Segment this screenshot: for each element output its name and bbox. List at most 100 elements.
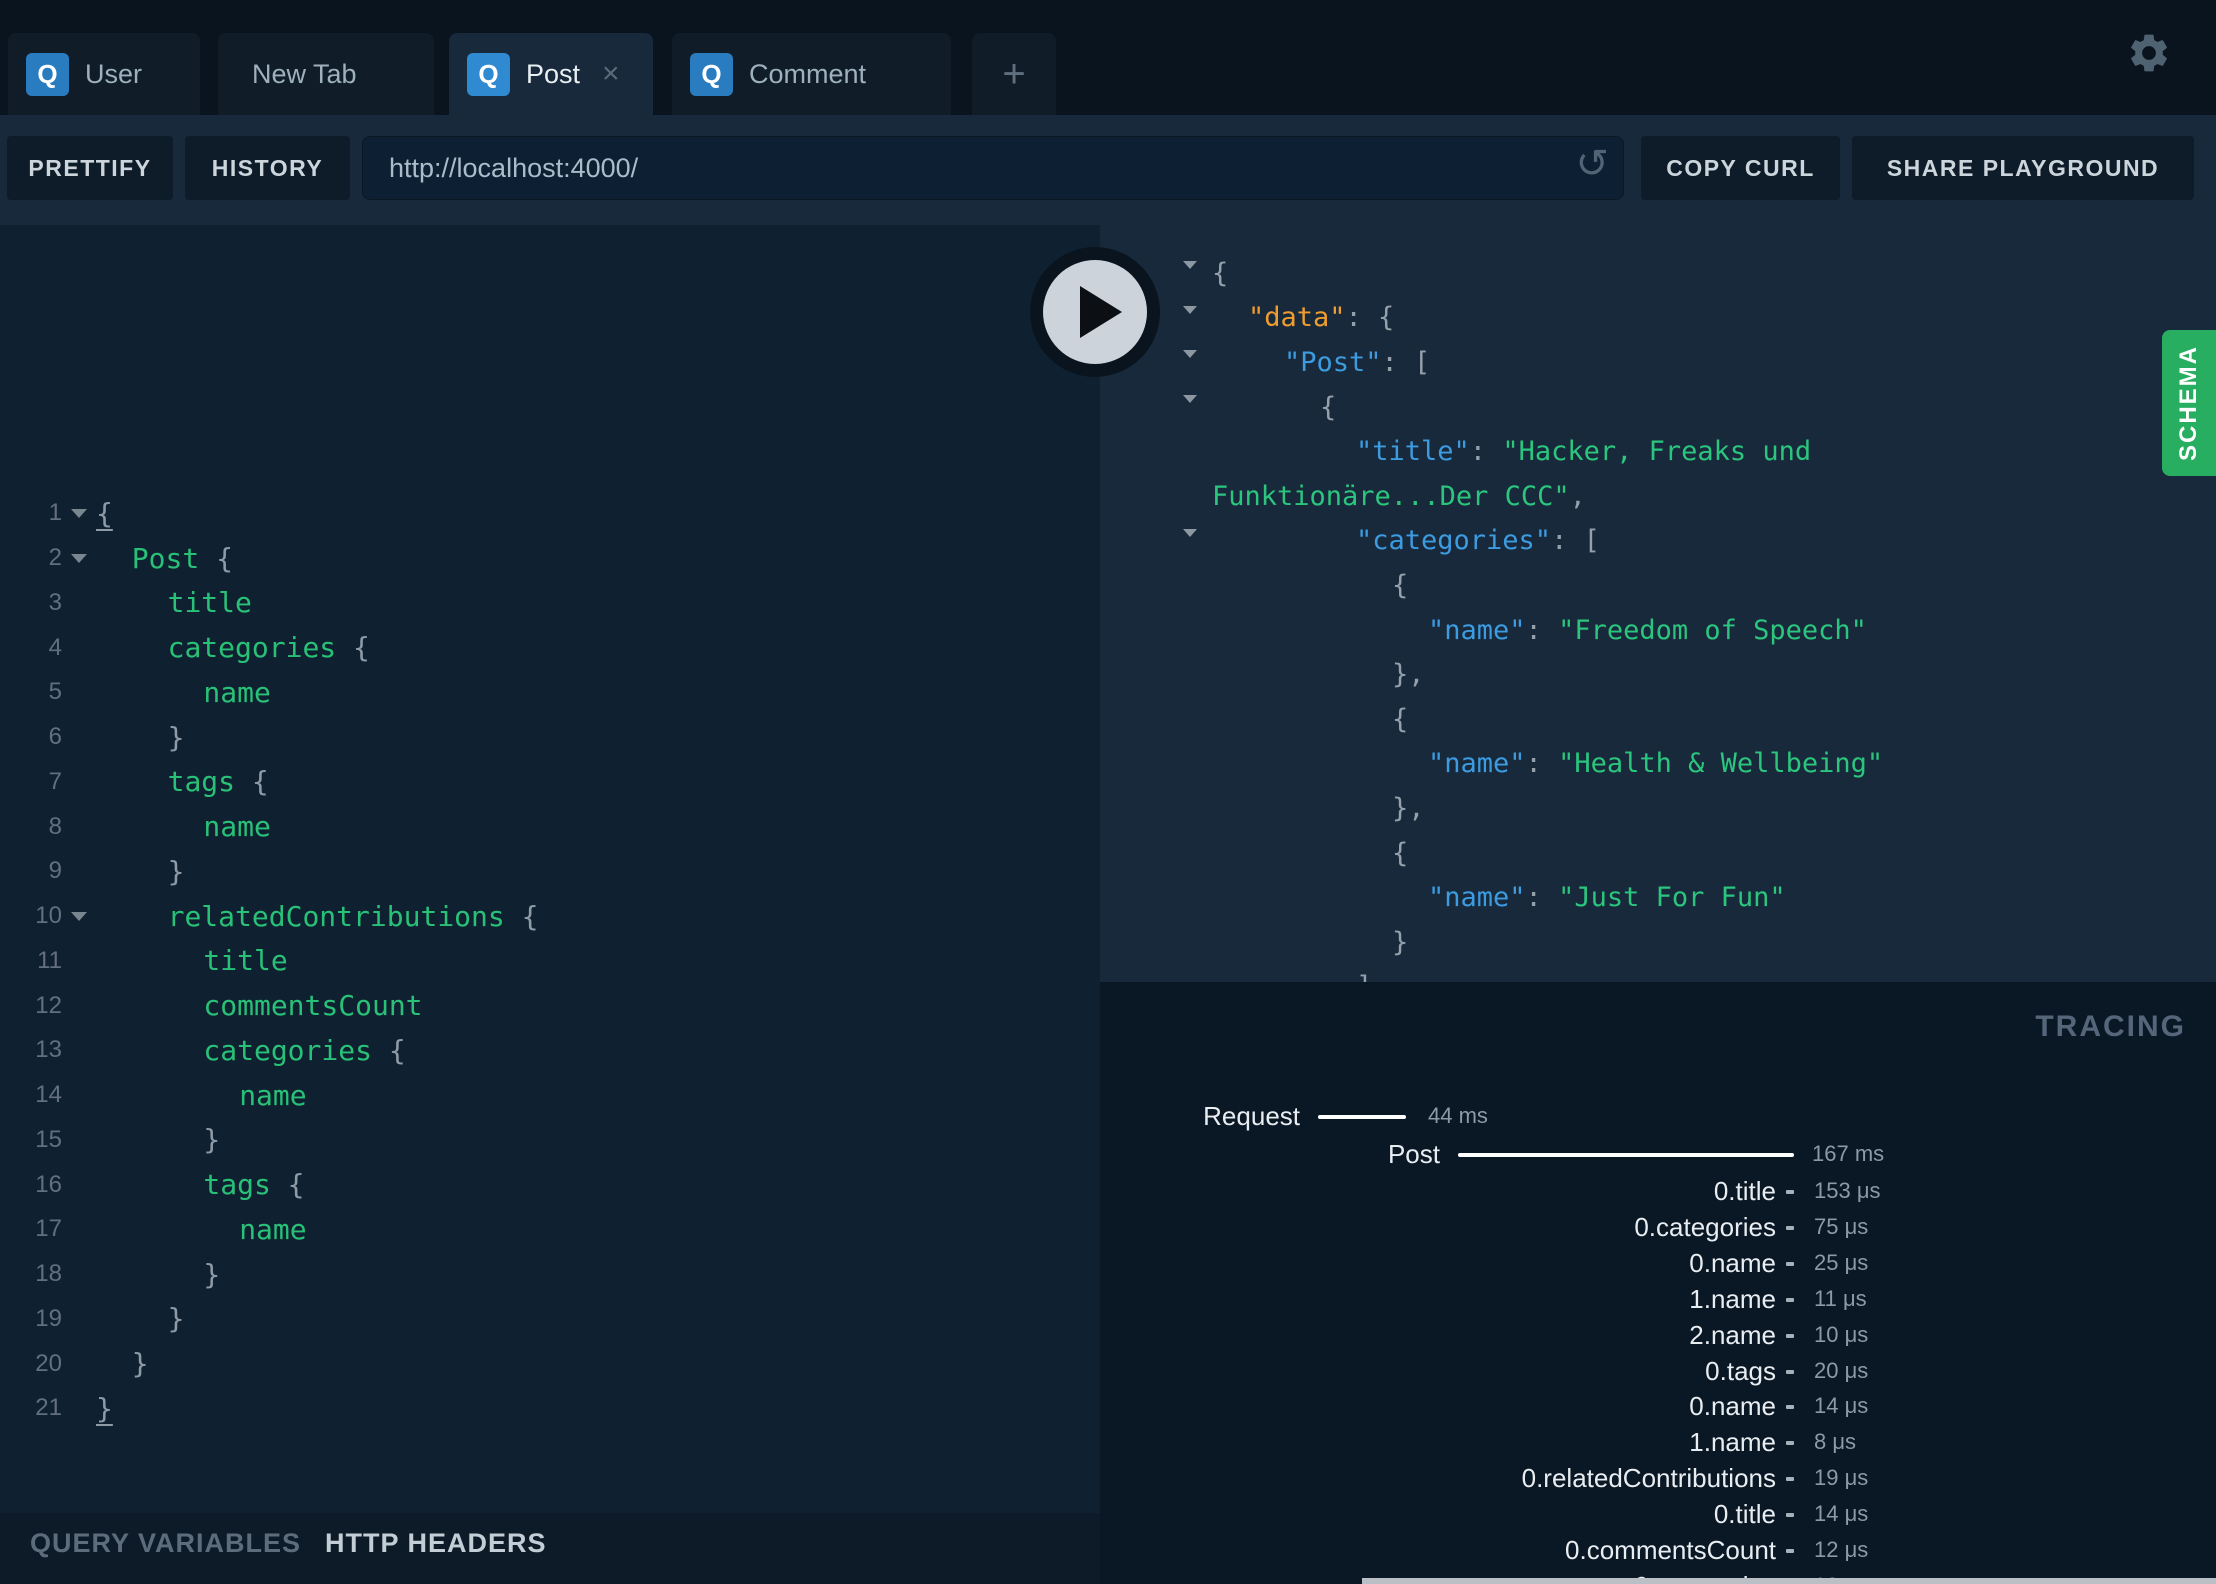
tab-label: Post <box>526 58 581 89</box>
query-badge-icon: Q <box>26 52 69 96</box>
query-code: name <box>239 1212 307 1246</box>
editor-line[interactable]: 18} <box>0 1252 1100 1297</box>
line-number: 9 <box>48 857 62 885</box>
query-code: title <box>203 944 288 978</box>
response-code: }, <box>1392 792 1425 824</box>
query-code: } <box>203 1257 221 1291</box>
tab-comment[interactable]: Q Comment <box>672 33 951 115</box>
line-number: 7 <box>48 767 62 795</box>
tab-label: Comment <box>749 58 867 89</box>
query-code: name <box>239 1078 307 1112</box>
refresh-schema-icon[interactable]: ↺ <box>1575 144 1609 184</box>
tab-new-tab[interactable]: New Tab <box>218 33 434 115</box>
line-number: 15 <box>35 1125 62 1153</box>
response-code: { <box>1392 837 1409 869</box>
query-variables-tab[interactable]: QUERY VARIABLES <box>30 1528 301 1559</box>
tracing-field-label: 0.name <box>1689 1391 1776 1422</box>
editor-line[interactable]: 17 name <box>0 1207 1100 1252</box>
tracing-field-value: 12 μs <box>1814 1537 1869 1562</box>
editor-line[interactable]: 10 relatedContributions { <box>0 894 1100 939</box>
response-line: "categories": [ <box>1100 519 2216 564</box>
editor-line[interactable]: 5 name <box>0 670 1100 715</box>
share-playground-button[interactable]: SHARE PLAYGROUND <box>1852 136 2194 200</box>
editor-line[interactable]: 2 Post { <box>0 536 1100 581</box>
editor-line[interactable]: 3 title <box>0 581 1100 626</box>
editor-line[interactable]: 1{ <box>0 491 1100 536</box>
editor-line[interactable]: 20} <box>0 1341 1100 1386</box>
editor-line[interactable]: 4 categories { <box>0 625 1100 670</box>
response-code: "categories": [ <box>1356 525 1600 557</box>
fold-gutter[interactable] <box>62 553 96 563</box>
query-code: } <box>203 1123 221 1157</box>
response-line: ] <box>1100 965 2216 982</box>
tracing-separator-dash <box>1786 1333 1794 1338</box>
line-number: 13 <box>35 1036 62 1064</box>
response-code: { <box>1212 257 1229 289</box>
tab-user[interactable]: Q User <box>8 33 200 115</box>
collapse-arrow-icon[interactable] <box>1183 305 1197 333</box>
tracing-header: TRACING <box>2035 1010 2186 1043</box>
history-button[interactable]: HISTORY <box>185 136 350 200</box>
play-icon <box>1080 286 1122 338</box>
response-line: { <box>1100 831 2216 876</box>
editor-line[interactable]: 11 title <box>0 939 1100 984</box>
tracing-field-value: 25 μs <box>1814 1249 1869 1275</box>
new-tab-button[interactable]: + <box>972 33 1056 115</box>
collapse-arrow-icon[interactable] <box>1183 261 1197 289</box>
editor-line[interactable]: 8 name <box>0 804 1100 849</box>
tracing-field-label: 0.commentsCount <box>1565 1535 1776 1565</box>
http-headers-tab[interactable]: HTTP HEADERS <box>325 1528 547 1559</box>
tracing-field-value: 14 μs <box>1814 1393 1869 1419</box>
editor-line[interactable]: 13 categories { <box>0 1028 1100 1073</box>
query-code: tags { <box>167 765 269 799</box>
query-badge-icon: Q <box>467 52 510 96</box>
editor-line[interactable]: 21} <box>0 1386 1100 1431</box>
editor-line[interactable]: 15} <box>0 1118 1100 1163</box>
line-number: 14 <box>35 1081 62 1109</box>
fold-arrow-icon[interactable] <box>71 508 87 518</box>
query-code: { <box>96 496 113 530</box>
editor-line[interactable]: 9} <box>0 849 1100 894</box>
endpoint-url-input[interactable] <box>363 152 1539 184</box>
response-line: "title": "Hacker, Freaks und <box>1100 429 2216 474</box>
editor-line[interactable]: 14 name <box>0 1073 1100 1118</box>
response-line: { <box>1100 385 2216 430</box>
collapse-arrow-icon[interactable] <box>1183 528 1197 556</box>
editor-line[interactable]: 12 commentsCount <box>0 983 1100 1028</box>
tracing-separator-dash <box>1786 1261 1794 1266</box>
fold-arrow-icon[interactable] <box>71 911 87 921</box>
editor-line[interactable]: 6} <box>0 715 1100 760</box>
tracing-field-value: 19 μs <box>1814 1465 1869 1491</box>
copy-curl-button[interactable]: COPY CURL <box>1641 136 1840 200</box>
editor-line[interactable]: 7 tags { <box>0 760 1100 805</box>
prettify-button[interactable]: PRETTIFY <box>7 136 173 200</box>
response-code: } <box>1392 926 1409 958</box>
response-line: }, <box>1100 786 2216 831</box>
response-code: { <box>1392 569 1409 601</box>
line-number: 1 <box>48 499 62 527</box>
tracing-separator-dash <box>1786 1405 1794 1410</box>
editor-line[interactable]: 19} <box>0 1297 1100 1342</box>
close-tab-icon[interactable]: × <box>602 59 620 89</box>
response-line: }, <box>1100 652 2216 697</box>
fold-arrow-icon[interactable] <box>71 553 87 563</box>
tab-post[interactable]: Q Post × <box>449 33 653 115</box>
fold-gutter[interactable] <box>62 911 96 921</box>
editor-line[interactable]: 16 tags { <box>0 1162 1100 1207</box>
tracing-field-label: 0.title <box>1713 1176 1776 1206</box>
tab-label: User <box>85 58 143 89</box>
toolbar: PRETTIFY HISTORY ↺ COPY CURL SHARE PLAYG… <box>0 115 2216 225</box>
tracing-horizontal-scrollbar[interactable] <box>1362 1578 2216 1584</box>
query-code: name <box>203 675 271 709</box>
fold-gutter[interactable] <box>62 508 96 518</box>
collapse-arrow-icon[interactable] <box>1183 395 1197 423</box>
endpoint-url-field[interactable]: ↺ <box>362 136 1624 200</box>
collapse-arrow-icon[interactable] <box>1183 350 1197 378</box>
query-editor-pane[interactable]: 1{2 Post {3 title 4 categories {5 name 6} 7 tags… <box>0 225 1100 1513</box>
schema-side-tab[interactable]: SCHEMA <box>2162 330 2216 476</box>
graphql-playground: Q User New Tab Q Post × Q Comment + PRETTIFY HIS… <box>0 0 2216 1584</box>
response-code: }, <box>1392 659 1425 691</box>
settings-gear-icon[interactable] <box>2126 30 2172 76</box>
execute-query-button[interactable] <box>1030 247 1160 377</box>
tracing-separator-dash <box>1786 1549 1794 1553</box>
